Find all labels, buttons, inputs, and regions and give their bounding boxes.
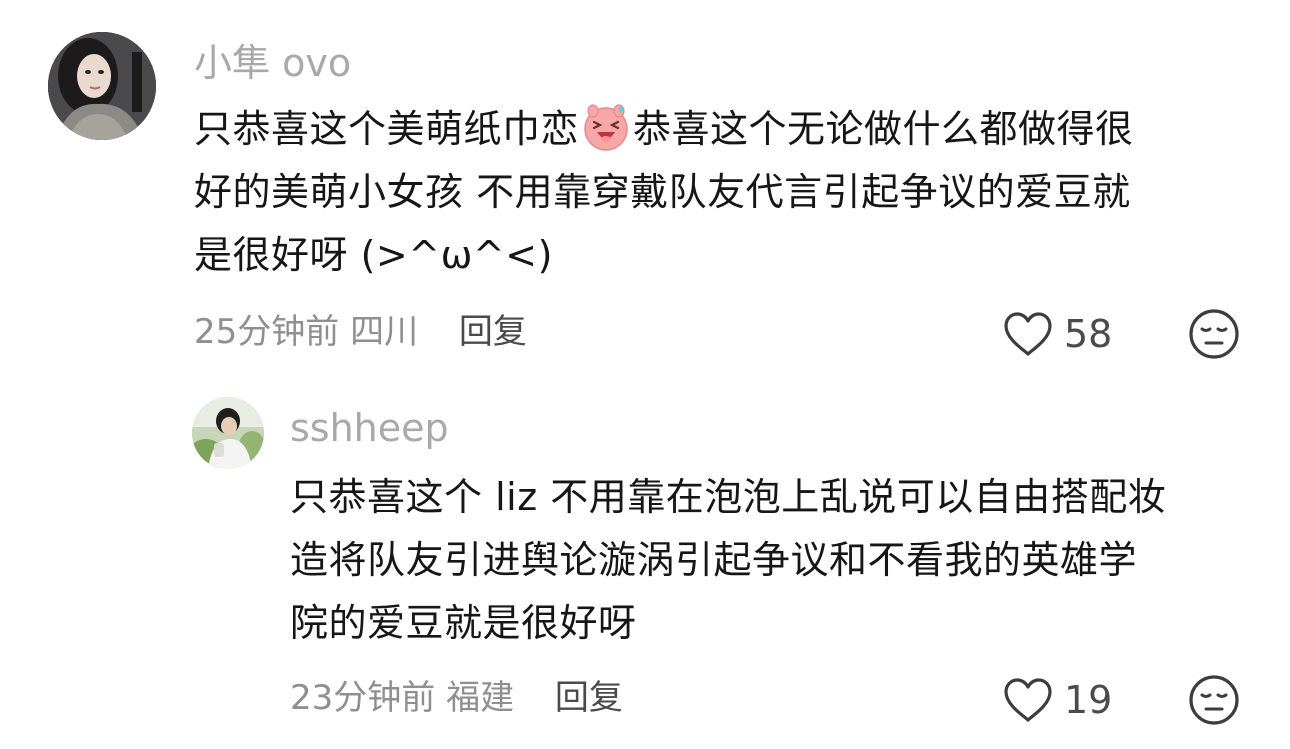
comment-text-segment: 恭喜这个无论做什么都做得很 bbox=[633, 107, 1134, 151]
comment-text-segment: 只恭喜这个美萌纸巾恋 bbox=[194, 107, 580, 151]
user-avatar-woman-icon bbox=[48, 32, 156, 140]
reply-button[interactable]: 回复 bbox=[459, 312, 527, 352]
comment-text: 只恭喜这个 liz 不用靠在泡泡上乱说可以自由搭配妆 造将队友引进舆论漩涡引起争… bbox=[290, 466, 1230, 655]
comment-meta: 25分钟前 四川 回复 bbox=[194, 310, 527, 354]
comment-line: 是很好呀 (>^ω^<) bbox=[194, 233, 553, 277]
dislike-button[interactable] bbox=[1188, 674, 1240, 726]
like-count: 58 bbox=[1064, 312, 1113, 356]
comment-line: 造将队友引进舆论漩涡引起争议和不看我的英雄学 bbox=[290, 538, 1138, 582]
user-avatar-person-icon bbox=[192, 397, 264, 469]
location: 四川 bbox=[350, 312, 419, 352]
location: 福建 bbox=[446, 678, 515, 718]
comment-line: 只恭喜这个 liz 不用靠在泡泡上乱说可以自由搭配妆 bbox=[290, 475, 1167, 519]
timestamp: 23分钟前 bbox=[290, 678, 436, 718]
like-button[interactable]: 19 bbox=[1002, 674, 1112, 726]
username[interactable]: 小隼 ovo bbox=[194, 40, 351, 86]
comment-line: 院的爱豆就是很好呀 bbox=[290, 601, 637, 645]
avatar[interactable] bbox=[48, 32, 156, 140]
like-button[interactable]: 58 bbox=[1002, 308, 1112, 360]
like-count: 19 bbox=[1064, 678, 1113, 722]
avatar[interactable] bbox=[192, 397, 264, 469]
expressionless-face-icon bbox=[1189, 675, 1239, 725]
heart-outline-icon bbox=[1004, 678, 1052, 722]
comment-text: 只恭喜这个美萌纸巾恋 恭喜这个无论做什么都做得很 好的美萌小女孩 不用靠穿戴队友… bbox=[194, 98, 1224, 287]
dislike-button[interactable] bbox=[1188, 308, 1240, 360]
comment-line: 只恭喜这个美萌纸巾恋 恭喜这个无论做什么都做得很 bbox=[194, 98, 1224, 161]
timestamp: 25分钟前 bbox=[194, 312, 340, 352]
expressionless-face-icon bbox=[1189, 309, 1239, 359]
comment-meta: 23分钟前 福建 回复 bbox=[290, 676, 623, 720]
comment-item: 小隼 ovo 只恭喜这个美萌纸巾恋 恭喜这个无论做什么都做得很 好的美萌小女孩 … bbox=[0, 0, 1290, 380]
reply-button[interactable]: 回复 bbox=[555, 678, 623, 718]
laughing-pig-sticker-icon bbox=[584, 104, 628, 151]
comment-line: 好的美萌小女孩 不用靠穿戴队友代言引起争议的爱豆就 bbox=[194, 170, 1131, 214]
heart-outline-icon bbox=[1004, 312, 1052, 356]
username[interactable]: sshheep bbox=[290, 405, 449, 451]
